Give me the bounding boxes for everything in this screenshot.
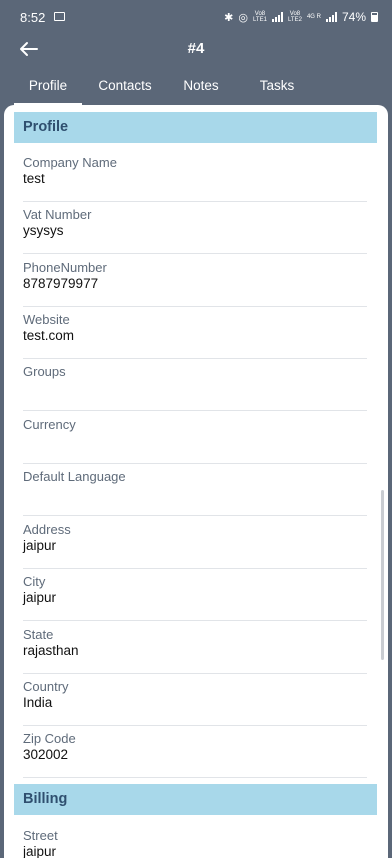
tab-bar: Profile Contacts Notes Tasks bbox=[14, 72, 314, 106]
page-title: #4 bbox=[187, 40, 205, 57]
status-bar: 8:52 ✱ ◎ Vo8 LTE1 Vo8 LTE2 4G R 74% bbox=[0, 0, 392, 34]
network-label: 4G R bbox=[306, 14, 321, 20]
tab-notes[interactable]: Notes bbox=[169, 72, 233, 102]
status-icons: ✱ ◎ Vo8 LTE1 Vo8 LTE2 4G R 74% bbox=[224, 10, 378, 24]
sim1-label: Vo8 LTE1 bbox=[253, 11, 267, 23]
field-label: Company Name bbox=[23, 155, 117, 170]
status-time: 8:52 bbox=[20, 10, 46, 25]
field-value: jaipur bbox=[23, 538, 57, 553]
field-address: Address jaipur bbox=[23, 517, 367, 569]
hotspot-icon: ◎ bbox=[238, 11, 248, 24]
field-street: Street jaipur bbox=[23, 823, 367, 858]
app-bar: #4 bbox=[0, 34, 392, 64]
field-label: Address bbox=[23, 522, 71, 537]
field-groups: Groups bbox=[23, 359, 367, 411]
field-label: Country bbox=[23, 679, 69, 694]
field-value: 8787979977 bbox=[23, 276, 99, 291]
field-value: rajasthan bbox=[23, 643, 79, 658]
field-label: City bbox=[23, 574, 46, 589]
field-label: Zip Code bbox=[23, 731, 76, 746]
field-value: 302002 bbox=[23, 747, 69, 762]
field-label: PhoneNumber bbox=[23, 260, 107, 275]
signal2-icon bbox=[325, 12, 337, 22]
field-label: State bbox=[23, 627, 54, 642]
field-value: India bbox=[23, 695, 53, 710]
field-label: Groups bbox=[23, 364, 66, 379]
tab-profile[interactable]: Profile bbox=[14, 72, 82, 106]
field-country: Country India bbox=[23, 674, 367, 726]
field-label: Vat Number bbox=[23, 207, 92, 222]
field-value: jaipur bbox=[23, 590, 57, 605]
billing-section-header: Billing bbox=[14, 784, 377, 815]
field-label: Currency bbox=[23, 417, 76, 432]
field-city: City jaipur bbox=[23, 569, 367, 621]
content-card[interactable]: Profile Company Name test Vat Number ysy… bbox=[4, 105, 388, 858]
field-label: Street bbox=[23, 828, 58, 843]
bluetooth-icon: ✱ bbox=[224, 11, 234, 24]
scrollbar[interactable] bbox=[381, 490, 384, 660]
profile-section-header: Profile bbox=[14, 112, 377, 143]
field-currency: Currency bbox=[23, 412, 367, 464]
field-website: Website test.com bbox=[23, 307, 367, 359]
tab-tasks[interactable]: Tasks bbox=[240, 72, 314, 102]
tab-contacts[interactable]: Contacts bbox=[84, 72, 166, 102]
sim2-label: Vo8 LTE2 bbox=[288, 11, 302, 23]
signal1-icon bbox=[271, 12, 283, 22]
field-default-language: Default Language bbox=[23, 464, 367, 516]
field-state: State rajasthan bbox=[23, 622, 367, 674]
field-phone-number: PhoneNumber 8787979977 bbox=[23, 255, 367, 307]
battery-percent: 74% bbox=[341, 10, 366, 24]
field-value: test.com bbox=[23, 328, 75, 343]
image-icon bbox=[54, 12, 65, 21]
field-company-name: Company Name test bbox=[23, 150, 367, 202]
field-value: test bbox=[23, 171, 45, 186]
field-zip-code: Zip Code 302002 bbox=[23, 726, 367, 778]
field-label: Default Language bbox=[23, 469, 126, 484]
field-value: ysysys bbox=[23, 223, 64, 238]
field-label: Website bbox=[23, 312, 70, 327]
battery-icon bbox=[371, 12, 378, 22]
field-vat-number: Vat Number ysysys bbox=[23, 202, 367, 254]
field-value: jaipur bbox=[23, 844, 57, 858]
